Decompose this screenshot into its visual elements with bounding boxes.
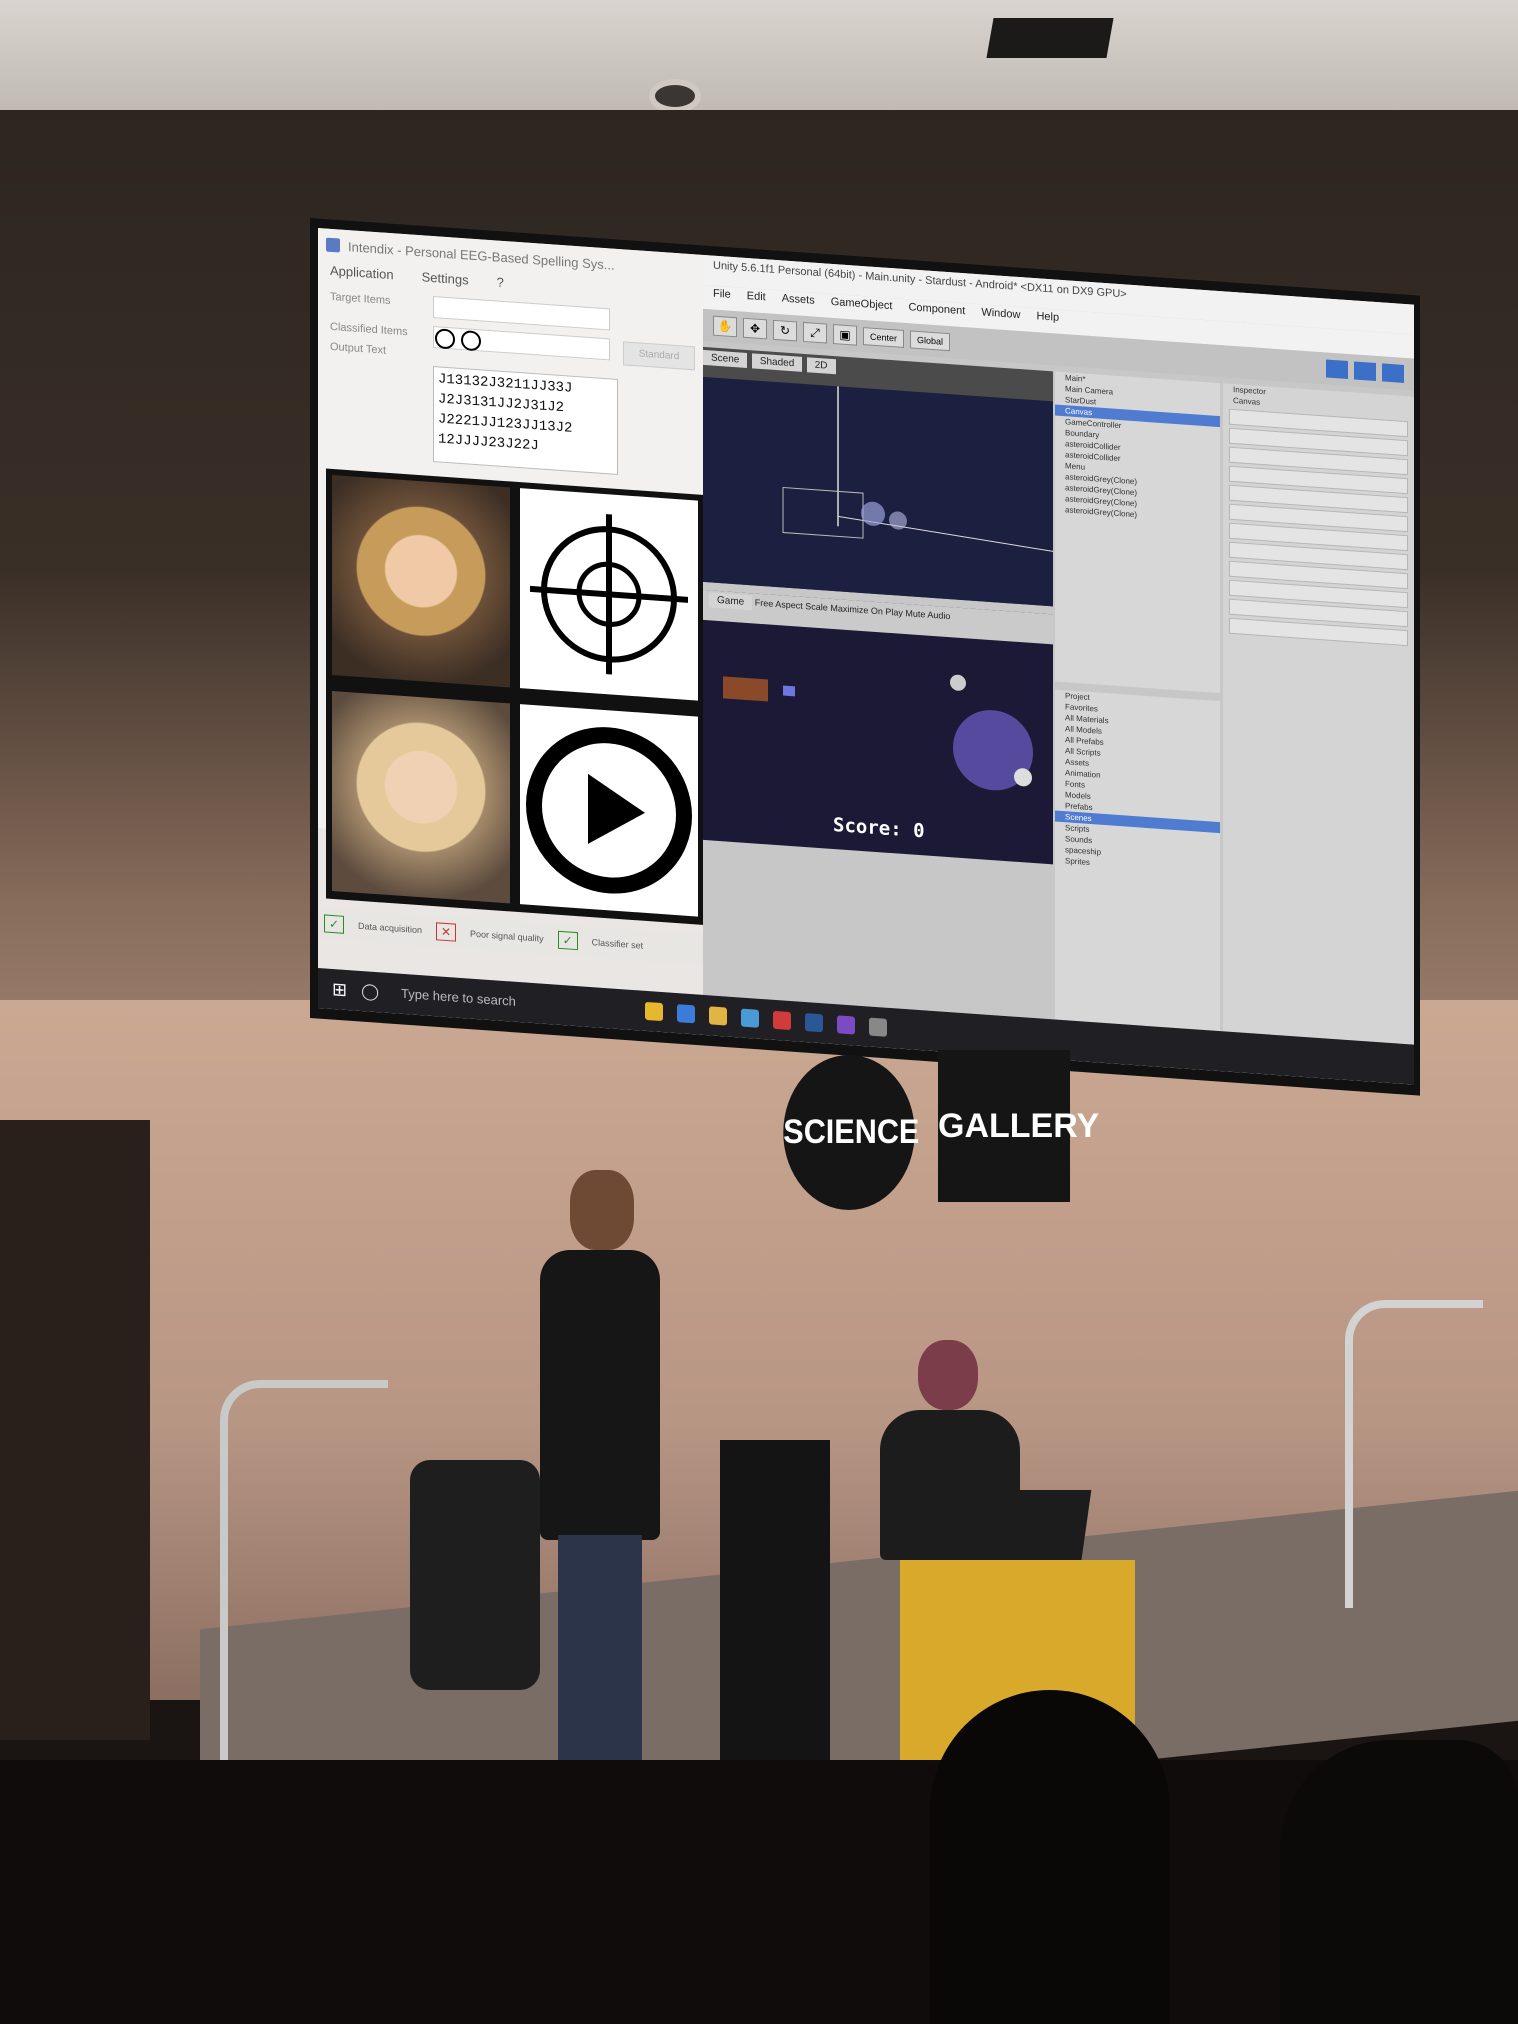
file-explorer-icon[interactable] — [709, 1006, 727, 1026]
word-icon[interactable] — [805, 1013, 823, 1033]
crosshair-stimulus — [520, 488, 698, 701]
unity-menu-gameobject[interactable]: GameObject — [831, 296, 893, 320]
standard-button[interactable]: Standard — [623, 341, 695, 371]
pivot-global-toggle[interactable]: Global — [910, 330, 951, 352]
classified-items-field[interactable] — [433, 326, 610, 361]
ceiling-light — [655, 85, 695, 107]
projection-screen: Intendix - Personal EEG-Based Spelling S… — [318, 228, 1414, 1085]
error-x-icon: ✕ — [436, 922, 457, 942]
output-text-label: Output Text — [330, 340, 387, 357]
status-classifier-set: Classifier set — [591, 937, 644, 951]
play-button-icon[interactable] — [1326, 359, 1348, 380]
gallery-logo: GALLERY — [938, 1050, 1099, 1202]
unity-menu-assets[interactable]: Assets — [782, 292, 815, 314]
unity-menu-file[interactable]: File — [713, 288, 731, 309]
rotate-tool-icon[interactable]: ↻ — [773, 319, 797, 342]
pivot-center-toggle[interactable]: Center — [863, 327, 905, 348]
science-logo-text: SCIENCE — [783, 1113, 920, 1151]
app-icon[interactable] — [677, 1004, 695, 1024]
menu-help[interactable]: ? — [497, 274, 504, 290]
stair-railing-left — [220, 1380, 388, 1808]
science-logo: SCIENCE — [783, 1055, 919, 1210]
mode-2d-toggle[interactable]: 2D — [806, 357, 836, 375]
project-panel: Project Favorites All Materials All Mode… — [1055, 689, 1220, 1032]
hierarchy-panel: Main* Main Camera StarDust Canvas GameCo… — [1055, 371, 1220, 694]
scene-gizmos — [782, 386, 1054, 552]
scale-label: Scale — [805, 601, 828, 613]
unity-menu-edit[interactable]: Edit — [747, 290, 766, 311]
scene-panel: Scene Shaded 2D — [703, 346, 1054, 607]
mute-audio-toggle[interactable]: Mute Audio — [905, 608, 950, 621]
target-items-field[interactable] — [433, 296, 610, 331]
classified-items-label: Classified Items — [330, 320, 408, 339]
play-icon — [526, 727, 692, 894]
presenter-head — [570, 1170, 634, 1250]
step-button-icon[interactable] — [1382, 363, 1404, 383]
app-icon[interactable] — [741, 1008, 759, 1028]
audience-member — [1280, 1740, 1518, 2024]
ceiling-vent — [986, 18, 1114, 58]
app-icon — [326, 237, 340, 253]
up-arrow-icon — [461, 330, 482, 352]
photo-scene: Intendix - Personal EEG-Based Spelling S… — [0, 0, 1518, 2024]
pause-button-icon[interactable] — [1354, 361, 1376, 381]
tab-game[interactable]: Game — [709, 592, 753, 611]
status-poor-signal: Poor signal quality — [470, 928, 544, 944]
game-panel: Game Free Aspect Scale Maximize On Play … — [703, 589, 1053, 865]
move-tool-icon[interactable]: ✥ — [743, 317, 767, 340]
gallery-logo-text: GALLERY — [938, 1107, 1100, 1145]
tab-scene[interactable]: Scene — [703, 349, 748, 369]
scene-view[interactable] — [703, 376, 1054, 607]
unity-menu-help[interactable]: Help — [1036, 310, 1059, 332]
audience-member — [930, 1690, 1170, 2024]
menu-settings[interactable]: Settings — [422, 269, 469, 287]
maximize-on-play-toggle[interactable]: Maximize On Play — [830, 603, 903, 618]
free-aspect-dropdown[interactable]: Free Aspect — [755, 598, 803, 611]
output-text-box[interactable]: J13132J3211JJ33J J2J3131JJ2J31J2 J2221JJ… — [433, 366, 618, 475]
menu-application[interactable]: Application — [330, 263, 394, 282]
face-stimulus-1 — [332, 474, 510, 688]
play-stimulus — [520, 704, 698, 917]
stimulus-grid — [326, 468, 706, 926]
stair-railing-right — [1345, 1300, 1483, 1608]
side-door — [0, 1120, 150, 1740]
unity-menu-window[interactable]: Window — [981, 306, 1020, 329]
hand-tool-icon[interactable]: ✋ — [713, 315, 737, 338]
cortana-icon[interactable]: ◯ — [361, 981, 379, 1002]
crosshair-icon — [530, 514, 688, 675]
checkmark-icon: ✓ — [557, 930, 578, 951]
face-stimulus-2 — [332, 690, 510, 904]
chrome-icon[interactable] — [645, 1001, 663, 1022]
windows-start-icon[interactable]: ⊞ — [332, 978, 347, 1000]
target-items-label: Target Items — [330, 290, 391, 308]
unity-editor-window: Unity 5.6.1f1 Personal (64bit) - Main.un… — [703, 254, 1414, 1045]
status-data-acquisition: Data acquisition — [358, 920, 423, 936]
presenter — [540, 1170, 660, 1850]
participant-eeg-cap — [918, 1340, 978, 1410]
crosshair-icon — [435, 328, 455, 350]
scale-tool-icon[interactable]: ⤢ — [803, 321, 827, 344]
spelling-app-window: Intendix - Personal EEG-Based Spelling S… — [318, 228, 709, 966]
inspector-panel: Inspector Canvas — [1223, 383, 1414, 1045]
armchair — [410, 1460, 540, 1690]
shaded-dropdown[interactable]: Shaded — [751, 353, 803, 372]
unity-icon[interactable] — [869, 1017, 887, 1037]
rect-tool-icon[interactable]: ▣ — [833, 324, 857, 346]
unity-menu-component[interactable]: Component — [908, 301, 965, 325]
checkmark-icon: ✓ — [324, 914, 344, 934]
app-icon[interactable] — [773, 1010, 791, 1031]
visual-studio-icon[interactable] — [837, 1015, 855, 1035]
presenter-body — [540, 1250, 660, 1540]
